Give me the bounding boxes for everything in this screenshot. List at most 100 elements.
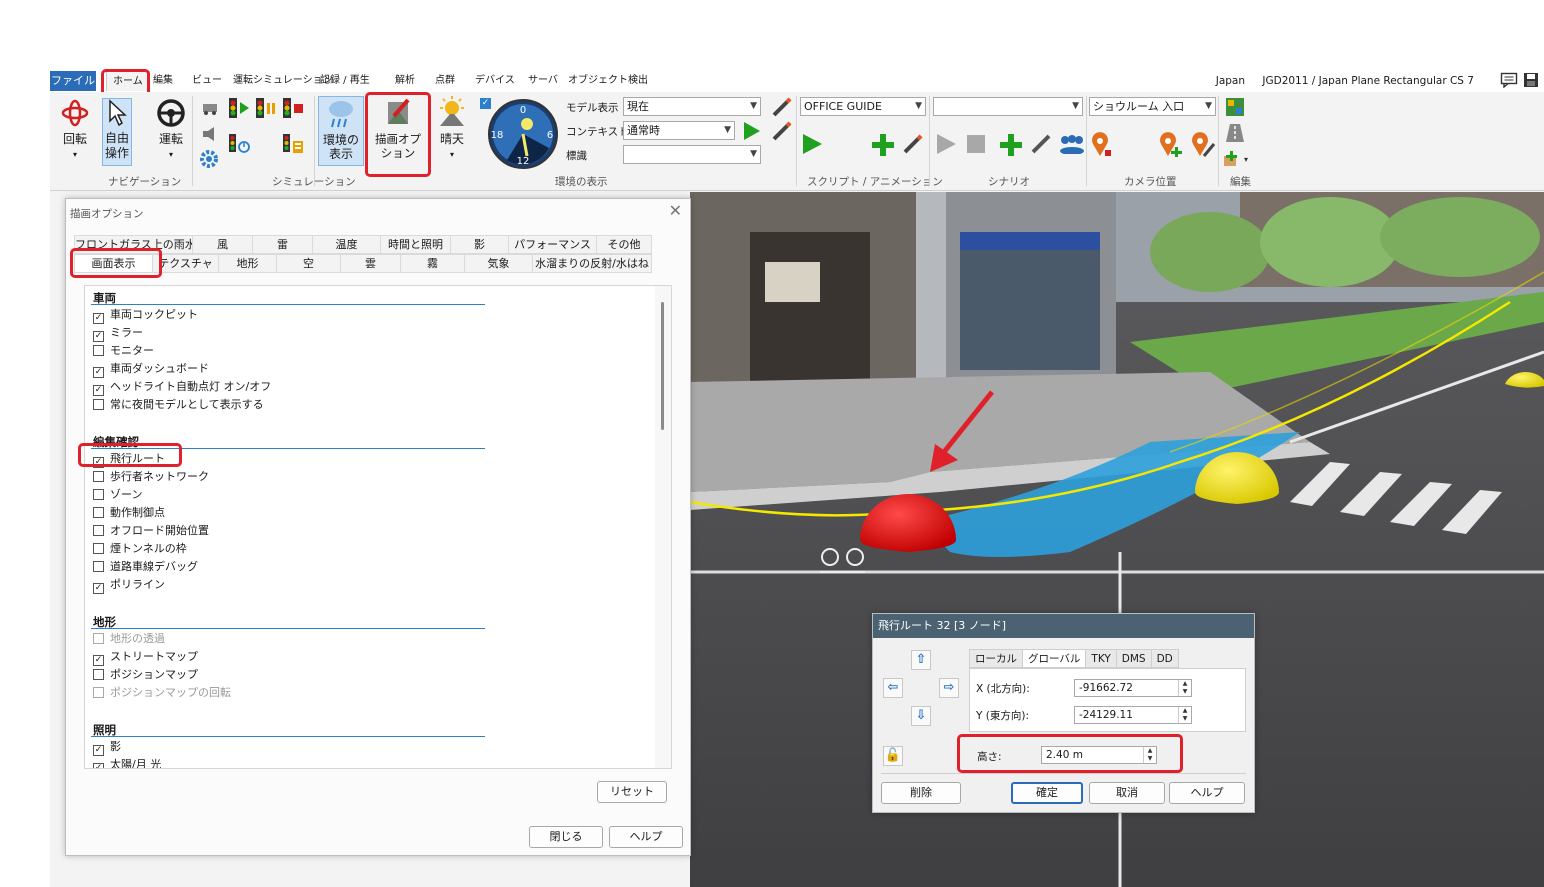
tab-global[interactable]: グローバル xyxy=(1022,649,1086,668)
option-polyline[interactable]: ✓ ポリライン xyxy=(93,578,165,594)
close-icon[interactable]: ✕ xyxy=(669,201,682,220)
menu-device[interactable]: デバイス xyxy=(475,71,515,91)
signal-stop-icon[interactable] xyxy=(282,96,304,120)
checkbox-unchecked[interactable] xyxy=(93,543,104,554)
menu-file[interactable]: ファイル xyxy=(50,71,96,91)
gear-icon[interactable] xyxy=(198,148,220,170)
menu-pointcloud[interactable]: 点群 xyxy=(435,71,455,91)
pencil-icon[interactable] xyxy=(770,95,794,119)
road-icon[interactable] xyxy=(1224,122,1246,144)
tab-dms[interactable]: DMS xyxy=(1115,649,1151,668)
pencil-icon[interactable] xyxy=(770,119,794,143)
scrollbar-thumb[interactable] xyxy=(661,302,664,430)
weather-button[interactable]: 晴天 ▾ xyxy=(432,96,472,162)
environment-display-button[interactable]: 環境の表示 xyxy=(318,96,364,166)
tab-weather[interactable]: 気象 xyxy=(464,254,532,273)
option-motion-control-point[interactable]: 動作制御点 xyxy=(93,506,165,522)
arrow-up-icon[interactable]: ⇧ xyxy=(911,650,931,670)
save-icon[interactable] xyxy=(1522,72,1540,88)
tab-sky[interactable]: 空 xyxy=(276,254,340,273)
checkbox-checked[interactable]: ✓ xyxy=(93,583,104,594)
lock-icon[interactable]: 🔓 xyxy=(883,746,903,766)
checkbox-unchecked[interactable] xyxy=(93,471,104,482)
tab-dd[interactable]: DD xyxy=(1150,649,1179,668)
tab-terrain[interactable]: 地形 xyxy=(218,254,276,273)
option-sun-moon-light[interactable]: ✓ 太陽/月 光 xyxy=(93,758,161,768)
checkbox-unchecked[interactable] xyxy=(93,525,104,536)
checkbox-unchecked[interactable] xyxy=(93,669,104,680)
drive-button[interactable]: 運転 ▾ xyxy=(151,98,191,162)
scenario-stop-icon[interactable] xyxy=(964,132,988,156)
tab-time-lighting[interactable]: 時間と照明 xyxy=(380,235,450,254)
signal-play-icon[interactable] xyxy=(228,96,250,120)
horn-icon[interactable] xyxy=(200,125,220,143)
spinner-icon[interactable]: ▲ ▼ xyxy=(1178,707,1191,723)
camera-pin-icon[interactable] xyxy=(1090,132,1114,158)
rotate-button[interactable]: 回転 ▾ xyxy=(55,98,95,162)
y-east-input[interactable]: -24129.11 ▲ ▼ xyxy=(1074,706,1192,724)
checkbox-unchecked[interactable] xyxy=(93,399,104,410)
pencil-icon[interactable] xyxy=(901,132,925,156)
checkbox-checked[interactable]: ✓ xyxy=(93,763,104,768)
add-object-icon[interactable]: ▾ xyxy=(1222,148,1252,168)
option-zone[interactable]: ゾーン xyxy=(93,488,142,504)
menu-view[interactable]: ビュー xyxy=(192,71,222,91)
tab-shadow[interactable]: 影 xyxy=(450,235,508,254)
menu-server[interactable]: サーバ xyxy=(528,71,558,91)
checkbox-unchecked[interactable] xyxy=(93,489,104,500)
close-button[interactable]: 閉じる xyxy=(529,826,603,848)
checkbox-checked[interactable]: ✓ xyxy=(93,367,104,378)
cancel-button[interactable]: 取消 xyxy=(1089,782,1165,804)
script-combo[interactable]: OFFICE GUIDE ▼ xyxy=(800,97,926,116)
tab-local[interactable]: ローカル xyxy=(969,649,1022,668)
users-icon[interactable] xyxy=(1058,134,1086,154)
add-camera-pin-icon[interactable] xyxy=(1158,132,1182,158)
context-combo[interactable]: 通常時 ▼ xyxy=(623,121,735,140)
x-north-input[interactable]: -91662.72 ▲ ▼ xyxy=(1074,679,1192,697)
model-display-combo[interactable]: 現在 ▼ xyxy=(623,97,761,116)
checkbox-checked[interactable]: ✓ xyxy=(93,745,104,756)
option-street-map[interactable]: ✓ ストリートマップ xyxy=(93,650,198,666)
checkbox-checked[interactable]: ✓ xyxy=(93,385,104,396)
tab-wind[interactable]: 風 xyxy=(192,235,252,254)
sign-combo[interactable]: ▼ xyxy=(623,145,761,164)
script-play-icon[interactable] xyxy=(800,132,824,156)
option-lane-debug[interactable]: 道路車線デバッグ xyxy=(93,560,198,576)
option-offroad-start[interactable]: オフロード開始位置 xyxy=(93,524,209,540)
reset-button[interactable]: リセット xyxy=(597,781,667,803)
menu-driving-sim[interactable]: 運転シミュレーション xyxy=(233,71,333,91)
option-pedestrian-network[interactable]: 歩行者ネットワーク xyxy=(93,470,209,486)
tab-thunder[interactable]: 雷 xyxy=(252,235,312,254)
camera-combo[interactable]: ショウルーム 入口 ▼ xyxy=(1089,97,1216,116)
add-icon[interactable] xyxy=(998,132,1024,158)
menu-record-play[interactable]: 記録 / 再生 xyxy=(320,71,370,91)
confirm-button[interactable]: 確定 xyxy=(1011,782,1083,804)
menu-analysis[interactable]: 解析 xyxy=(395,71,415,91)
edit-grid-icon[interactable] xyxy=(1224,96,1246,118)
option-night-model[interactable]: 常に夜間モデルとして表示する xyxy=(93,398,264,414)
traffic-icon[interactable] xyxy=(200,98,220,118)
comment-icon[interactable] xyxy=(1500,72,1518,88)
arrow-right-icon[interactable]: ⇨ xyxy=(939,678,959,698)
signal-pause-icon[interactable] xyxy=(255,96,277,120)
tab-temperature[interactable]: 温度 xyxy=(312,235,380,254)
option-position-map[interactable]: ポジションマップ xyxy=(93,668,198,684)
signal-list-icon[interactable] xyxy=(282,132,306,156)
signal-timer-icon[interactable] xyxy=(228,132,252,156)
arrow-left-icon[interactable]: ⇦ xyxy=(883,678,903,698)
arrow-down-icon[interactable]: ⇩ xyxy=(911,706,931,726)
checkbox-checked[interactable]: ✓ xyxy=(93,331,104,342)
option-vehicle-cockpit[interactable]: ✓ 車両コックピット xyxy=(93,308,198,324)
tab-other[interactable]: その他 xyxy=(596,235,652,254)
free-navigation-button[interactable]: 自由操作 xyxy=(102,98,132,166)
context-play-icon[interactable] xyxy=(740,120,762,142)
delete-button[interactable]: 削除 xyxy=(881,782,961,804)
tab-cloud[interactable]: 雲 xyxy=(340,254,400,273)
spinner-icon[interactable]: ▲ ▼ xyxy=(1178,680,1191,696)
option-vehicle-dashboard[interactable]: ✓ 車両ダッシュボード xyxy=(93,362,209,378)
checkbox-checked[interactable]: ✓ xyxy=(93,655,104,666)
option-auto-headlight[interactable]: ✓ ヘッドライト自動点灯 オン/オフ xyxy=(93,380,271,396)
scenario-play-icon[interactable] xyxy=(934,132,958,156)
tab-performance[interactable]: パフォーマンス xyxy=(508,235,596,254)
help-button[interactable]: ヘルプ xyxy=(609,826,683,848)
